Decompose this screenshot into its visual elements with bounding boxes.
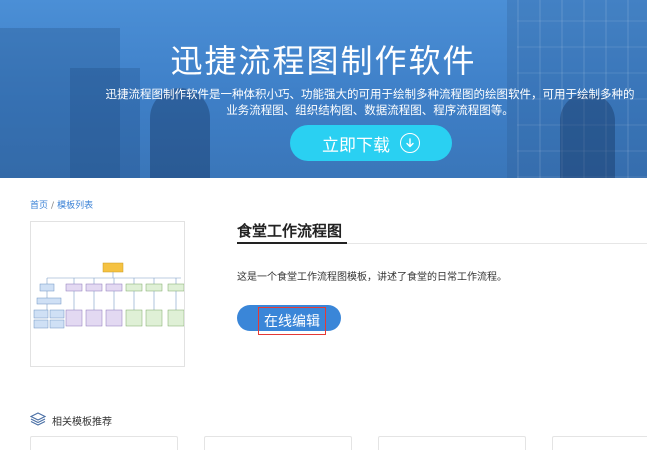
title-underline	[237, 242, 347, 244]
breadcrumb-home-link[interactable]: 首页	[30, 201, 48, 211]
template-title: 食堂工作流程图	[237, 222, 343, 240]
related-templates-list	[30, 436, 647, 450]
breadcrumb-template-list-link[interactable]: 模板列表	[57, 201, 93, 211]
flowchart-preview-image	[33, 262, 185, 329]
template-thumbnail[interactable]	[30, 221, 185, 367]
page: 迅捷流程图制作软件 迅捷流程图制作软件是一种体积小巧、功能强大的可用于绘制多种流…	[0, 0, 647, 450]
breadcrumb-separator: /	[51, 201, 55, 211]
hero-banner: 迅捷流程图制作软件 迅捷流程图制作软件是一种体积小巧、功能强大的可用于绘制多种流…	[0, 0, 647, 178]
related-templates-label: 相关模板推荐	[52, 417, 112, 428]
related-template-card[interactable]	[552, 436, 647, 450]
related-template-card[interactable]	[204, 436, 352, 450]
download-circle-icon	[400, 133, 420, 153]
download-button[interactable]: 立即下载	[290, 125, 452, 161]
related-templates-heading: 相关模板推荐	[29, 411, 112, 430]
layers-icon	[29, 411, 47, 430]
banner-decoration	[70, 68, 140, 178]
online-edit-button-label[interactable]: 在线编辑	[258, 307, 326, 335]
related-template-card[interactable]	[378, 436, 526, 450]
template-description: 这是一个食堂工作流程图模板，讲述了食堂的日常工作流程。	[237, 272, 507, 283]
banner-description: 迅捷流程图制作软件是一种体积小巧、功能强大的可用于绘制多种流程图的绘图软件，可用…	[105, 87, 635, 117]
breadcrumb: 首页 / 模板列表	[30, 198, 93, 211]
download-button-label: 立即下载	[322, 135, 390, 156]
banner-title: 迅捷流程图制作软件	[170, 42, 477, 80]
related-template-card[interactable]	[30, 436, 178, 450]
